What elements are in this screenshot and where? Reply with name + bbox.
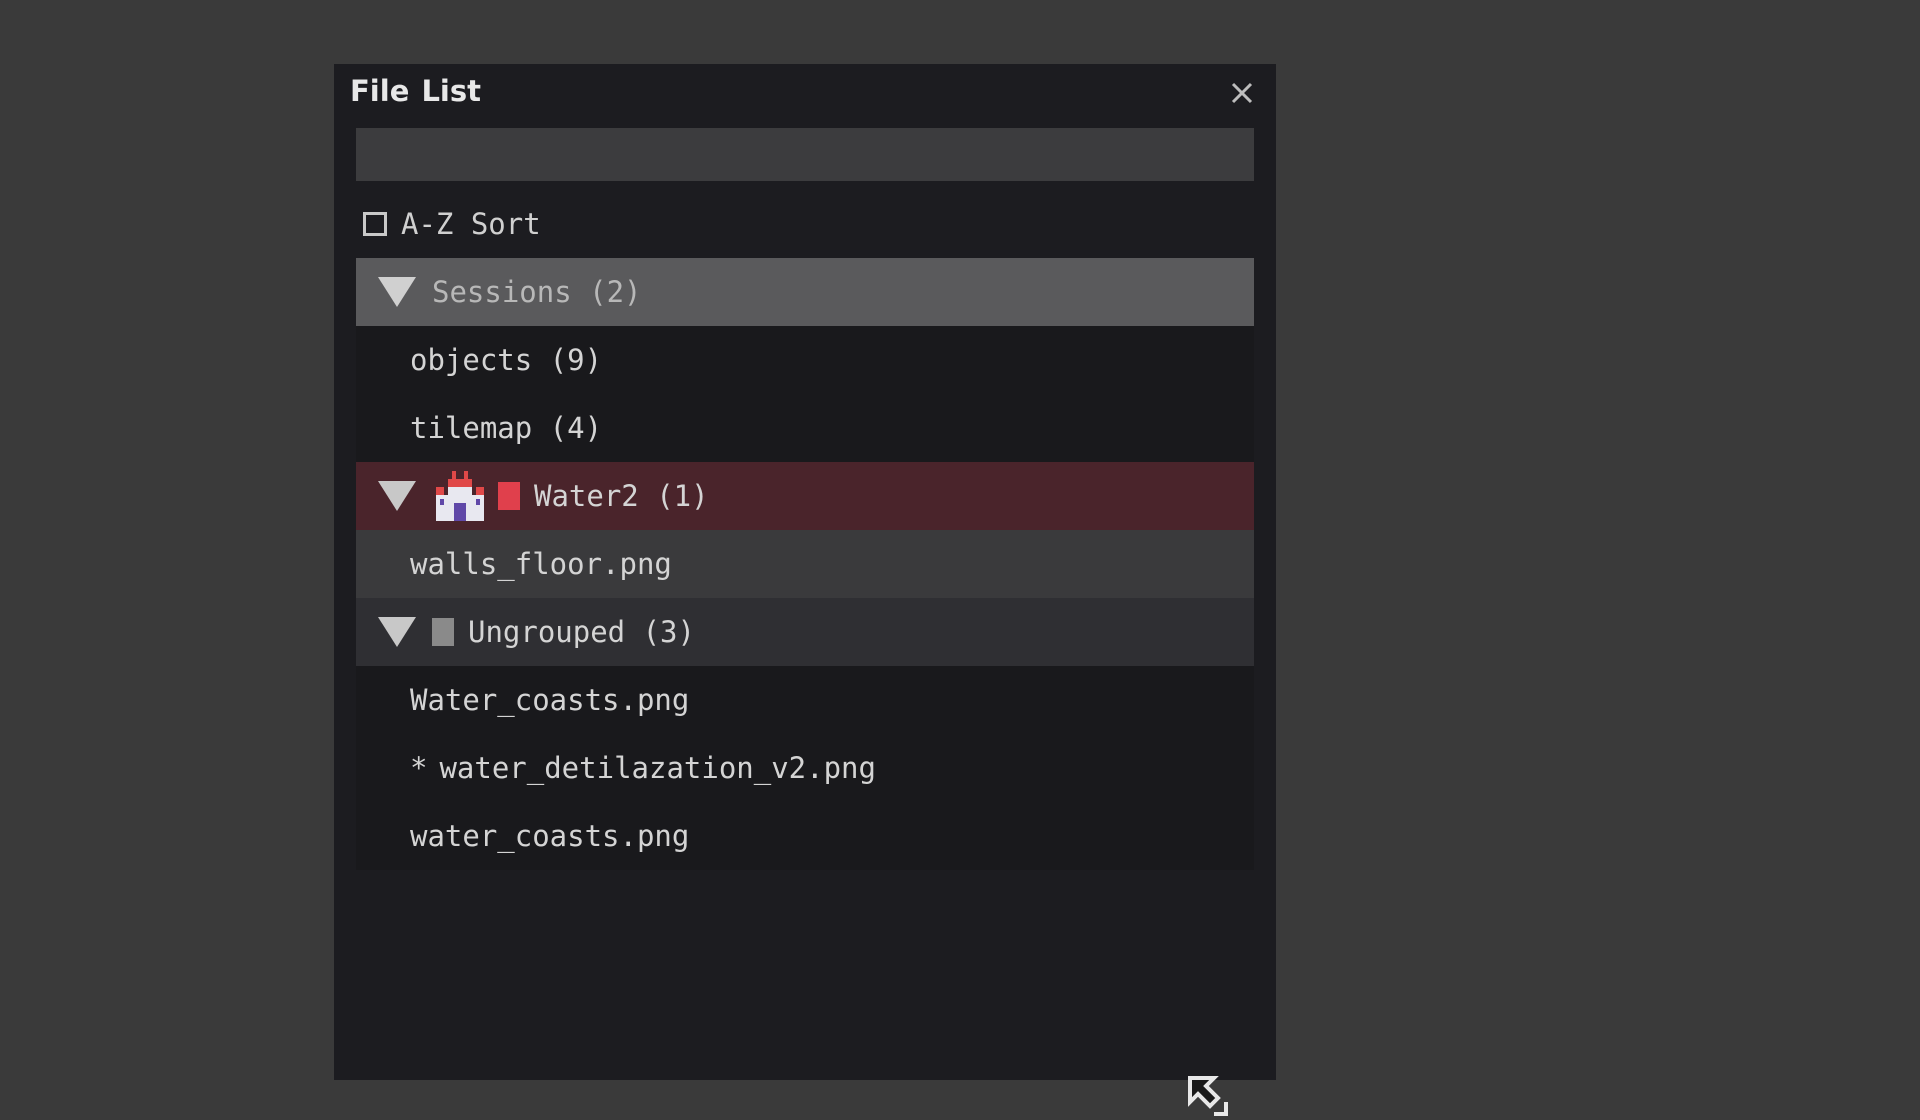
list-item-label: objects (9) xyxy=(410,343,603,377)
az-sort-label: A-Z Sort xyxy=(401,207,541,241)
resize-cursor-icon xyxy=(1188,1076,1228,1116)
group-header-sessions[interactable]: Sessions (2) xyxy=(356,258,1254,326)
castle-icon xyxy=(436,471,484,521)
search-input[interactable] xyxy=(356,128,1254,181)
file-list-panel: File List A-Z Sort Sessions (2) objects … xyxy=(334,64,1276,1116)
panel-title: File List xyxy=(350,74,481,108)
group-label-sessions: Sessions (2) xyxy=(432,275,642,309)
list-item-modified[interactable]: * water_detilazation_v2.png xyxy=(356,734,1254,802)
az-sort-toggle[interactable]: A-Z Sort xyxy=(363,204,541,244)
group-color-swatch xyxy=(432,618,454,646)
group-label-water2: Water2 (1) xyxy=(534,479,709,513)
group-color-swatch xyxy=(498,482,520,510)
close-icon[interactable] xyxy=(1226,77,1258,109)
az-sort-checkbox[interactable] xyxy=(363,212,387,236)
list-item-selected[interactable]: walls_floor.png xyxy=(356,530,1254,598)
list-item[interactable]: tilemap (4) xyxy=(356,394,1254,462)
list-item[interactable]: Water_coasts.png xyxy=(356,666,1254,734)
panel-titlebar: File List xyxy=(334,64,1276,124)
list-item[interactable]: water_coasts.png xyxy=(356,802,1254,870)
list-item-label: water_detilazation_v2.png xyxy=(439,751,876,785)
list-item-label: water_coasts.png xyxy=(410,819,690,853)
list-item-label: walls_floor.png xyxy=(410,547,672,581)
list-item-label: tilemap (4) xyxy=(410,411,603,445)
modified-marker: * xyxy=(410,751,428,785)
list-item[interactable]: objects (9) xyxy=(356,326,1254,394)
triangle-down-icon[interactable] xyxy=(378,481,416,511)
triangle-down-icon[interactable] xyxy=(378,277,416,307)
triangle-down-icon[interactable] xyxy=(378,617,416,647)
group-header-water2[interactable]: Water2 (1) xyxy=(356,462,1254,530)
group-header-ungrouped[interactable]: Ungrouped (3) xyxy=(356,598,1254,666)
file-tree: Sessions (2) objects (9) tilemap (4) Wat… xyxy=(356,258,1254,870)
list-item-label: Water_coasts.png xyxy=(410,683,690,717)
group-label-ungrouped: Ungrouped (3) xyxy=(468,615,695,649)
